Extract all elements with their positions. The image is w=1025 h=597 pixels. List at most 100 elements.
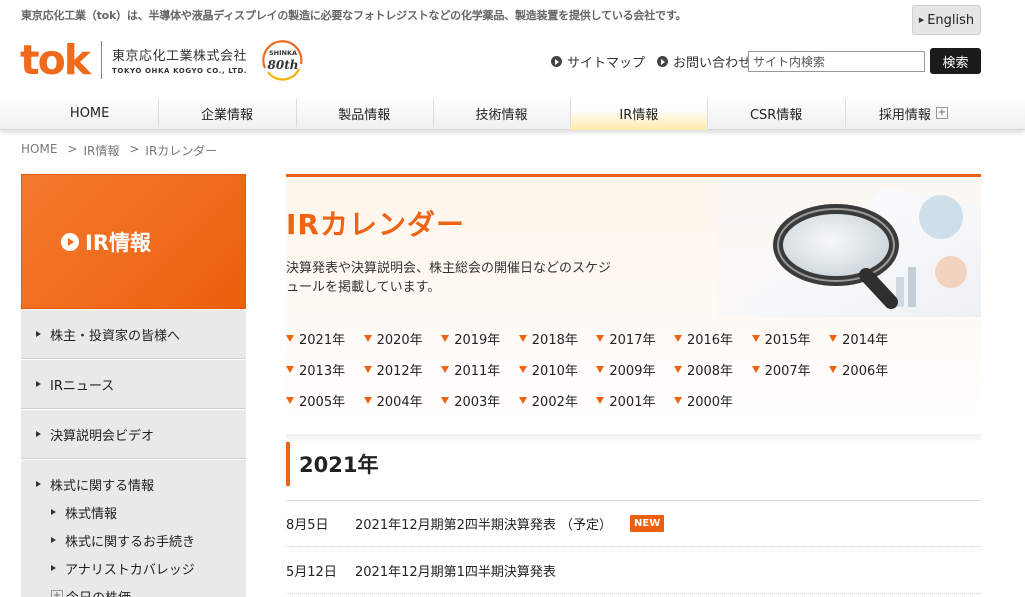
arrow-circle-icon [657, 56, 669, 67]
search-input[interactable] [748, 51, 925, 72]
year-link[interactable]: 2016年 [673, 323, 752, 354]
sitemap-link[interactable]: サイトマップ [551, 52, 645, 71]
year-link[interactable]: 2003年 [441, 385, 519, 416]
sidebar-item-stock-info[interactable]: 株式に関する情報 [36, 476, 246, 494]
triangle-right-icon [36, 481, 41, 487]
sidebar-subitem-label: 株式情報 [65, 506, 118, 522]
logo-tok-mark: tok [20, 35, 91, 84]
year-link-label: 2004年 [376, 395, 423, 410]
triangle-down-icon [673, 366, 682, 373]
event-title: 2021年12月期第1四半期決算発表 [355, 565, 556, 580]
breadcrumb-home[interactable]: HOME [21, 142, 57, 159]
nav-item-recruit[interactable]: 採用情報 + [844, 96, 982, 130]
sidebar-subitem-analyst[interactable]: アナリストカバレッジ [51, 560, 246, 578]
sidebar-title[interactable]: IR情報 [21, 174, 246, 309]
year-link-label: 2007年 [764, 364, 811, 379]
triangle-down-icon [829, 335, 838, 342]
english-button[interactable]: ▶ English [912, 5, 981, 35]
sidebar-item-video[interactable]: 決算説明会ビデオ [21, 409, 246, 459]
year-link-label: 2011年 [454, 364, 501, 379]
nav-item-technology[interactable]: 技術情報 [432, 96, 570, 130]
year-link[interactable]: 2001年 [596, 385, 674, 416]
event-title: 2021年12月期第2四半期決算発表 （予定） [355, 518, 613, 533]
year-link-label: 2021年 [299, 333, 346, 348]
triangle-down-icon [286, 335, 294, 342]
year-link[interactable]: 2015年 [751, 323, 830, 354]
year-link[interactable]: 2019年 [441, 323, 519, 354]
nav-label: 技術情報 [475, 107, 528, 123]
year-link[interactable]: 2017年 [596, 323, 674, 354]
triangle-right-icon [51, 509, 56, 515]
sidebar-subitem-stock[interactable]: 株式情報 [51, 504, 246, 522]
triangle-down-icon [441, 397, 450, 404]
contact-link[interactable]: お問い合わせ [657, 52, 751, 71]
year-link[interactable]: 2002年 [518, 385, 597, 416]
nav-label: 企業情報 [200, 107, 253, 123]
year-link-label: 2008年 [686, 364, 734, 379]
sidebar-subitem-label: 株式に関するお手続き [65, 534, 196, 550]
triangle-right-icon [51, 565, 56, 571]
nav-item-home[interactable]: HOME [21, 96, 158, 130]
year-link[interactable]: 2013年 [286, 354, 364, 385]
company-logo[interactable]: tok 東京応化工業株式会社 TOKYO OHKA KOGYO CO., LTD… [20, 38, 307, 82]
year-link[interactable]: 2009年 [596, 354, 674, 385]
triangle-right-icon [36, 331, 41, 337]
nav-item-products[interactable]: 製品情報 [295, 96, 433, 130]
year-link[interactable]: 2007年 [751, 354, 830, 385]
svg-text:80th: 80th [268, 58, 299, 72]
year-link-label: 2003年 [454, 395, 501, 410]
year-link[interactable]: 2020年 [363, 323, 442, 354]
year-link-label: 2017年 [609, 333, 656, 348]
triangle-down-icon [596, 335, 605, 342]
event-row: 5月12日 2021年12月期第1四半期決算発表 [286, 548, 981, 594]
sitemap-label: サイトマップ [567, 56, 646, 71]
english-label: English [927, 12, 975, 28]
year-link[interactable]: 2000年 [673, 385, 752, 416]
triangle-down-icon [596, 397, 605, 404]
sidebar-group-stock: 株式に関する情報 株式情報 株式に関するお手続き アナリストカバレッジ + 今日… [21, 459, 246, 597]
breadcrumb: HOME > IR情報 > IRカレンダー [21, 142, 223, 159]
logo-company-en: TOKYO OHKA KOGYO CO., LTD. [112, 67, 248, 75]
magnifier-image [716, 177, 981, 317]
triangle-down-icon [363, 366, 372, 373]
year-link[interactable]: 2006年 [829, 354, 907, 385]
year-link[interactable]: 2014年 [829, 323, 907, 354]
anniversary-80th-icon: SHINKA 80th [262, 40, 303, 81]
year-link[interactable]: 2012年 [363, 354, 442, 385]
logo-company-jp: 東京応化工業株式会社 [112, 49, 248, 64]
nav-item-ir[interactable]: IR情報 [570, 96, 708, 130]
event-row: 8月5日 2021年12月期第2四半期決算発表 （予定） NEW [286, 501, 981, 547]
triangle-down-icon [518, 366, 527, 373]
year-link-label: 2009年 [609, 364, 656, 379]
ir-calendar-header: IRカレンダー 決算発表や決算説明会、株主総会の開催日などのスケジュールを掲載し… [286, 174, 981, 434]
year-link[interactable]: 2018年 [518, 323, 597, 354]
breadcrumb-ir[interactable]: IR情報 [83, 142, 119, 159]
year-link[interactable]: 2004年 [363, 385, 442, 416]
sidebar-subitem-procedures[interactable]: 株式に関するお手続き [51, 532, 246, 550]
year-link-label: 2020年 [376, 333, 423, 348]
year-link-label: 2006年 [842, 364, 889, 379]
contact-label: お問い合わせ [673, 56, 752, 71]
nav-item-company[interactable]: 企業情報 [158, 96, 295, 130]
nav-label: 採用情報 [878, 107, 931, 123]
nav-item-csr[interactable]: CSR情報 [707, 96, 844, 130]
triangle-down-icon [363, 397, 372, 404]
utility-links: サイトマップ お問い合わせ [551, 52, 763, 71]
triangle-down-icon [518, 335, 527, 342]
year-link[interactable]: 2021年 [286, 323, 364, 354]
search-button[interactable]: 検索 [930, 48, 981, 74]
page-description: 決算発表や決算説明会、株主総会の開催日などのスケジュールを掲載しています。 [286, 261, 612, 295]
sidebar-subitem-stock-price[interactable]: + 今日の株価 [51, 588, 246, 597]
sidebar-item-ir-news[interactable]: IRニュース [21, 359, 246, 409]
year-link[interactable]: 2005年 [286, 385, 364, 416]
sidebar-item-investors[interactable]: 株主・投資家の皆様へ [21, 309, 246, 359]
sidebar-item-label: 株主・投資家の皆様へ [50, 328, 181, 344]
triangle-down-icon [673, 335, 682, 342]
year-link[interactable]: 2008年 [673, 354, 752, 385]
global-nav: HOME 企業情報 製品情報 技術情報 IR情報 CSR情報 採用情報 + [0, 96, 1025, 130]
triangle-down-icon [751, 335, 760, 342]
year-link-label: 2014年 [842, 333, 889, 348]
year-link[interactable]: 2010年 [518, 354, 597, 385]
year-link-label: 2010年 [531, 364, 578, 379]
year-link[interactable]: 2011年 [441, 354, 519, 385]
